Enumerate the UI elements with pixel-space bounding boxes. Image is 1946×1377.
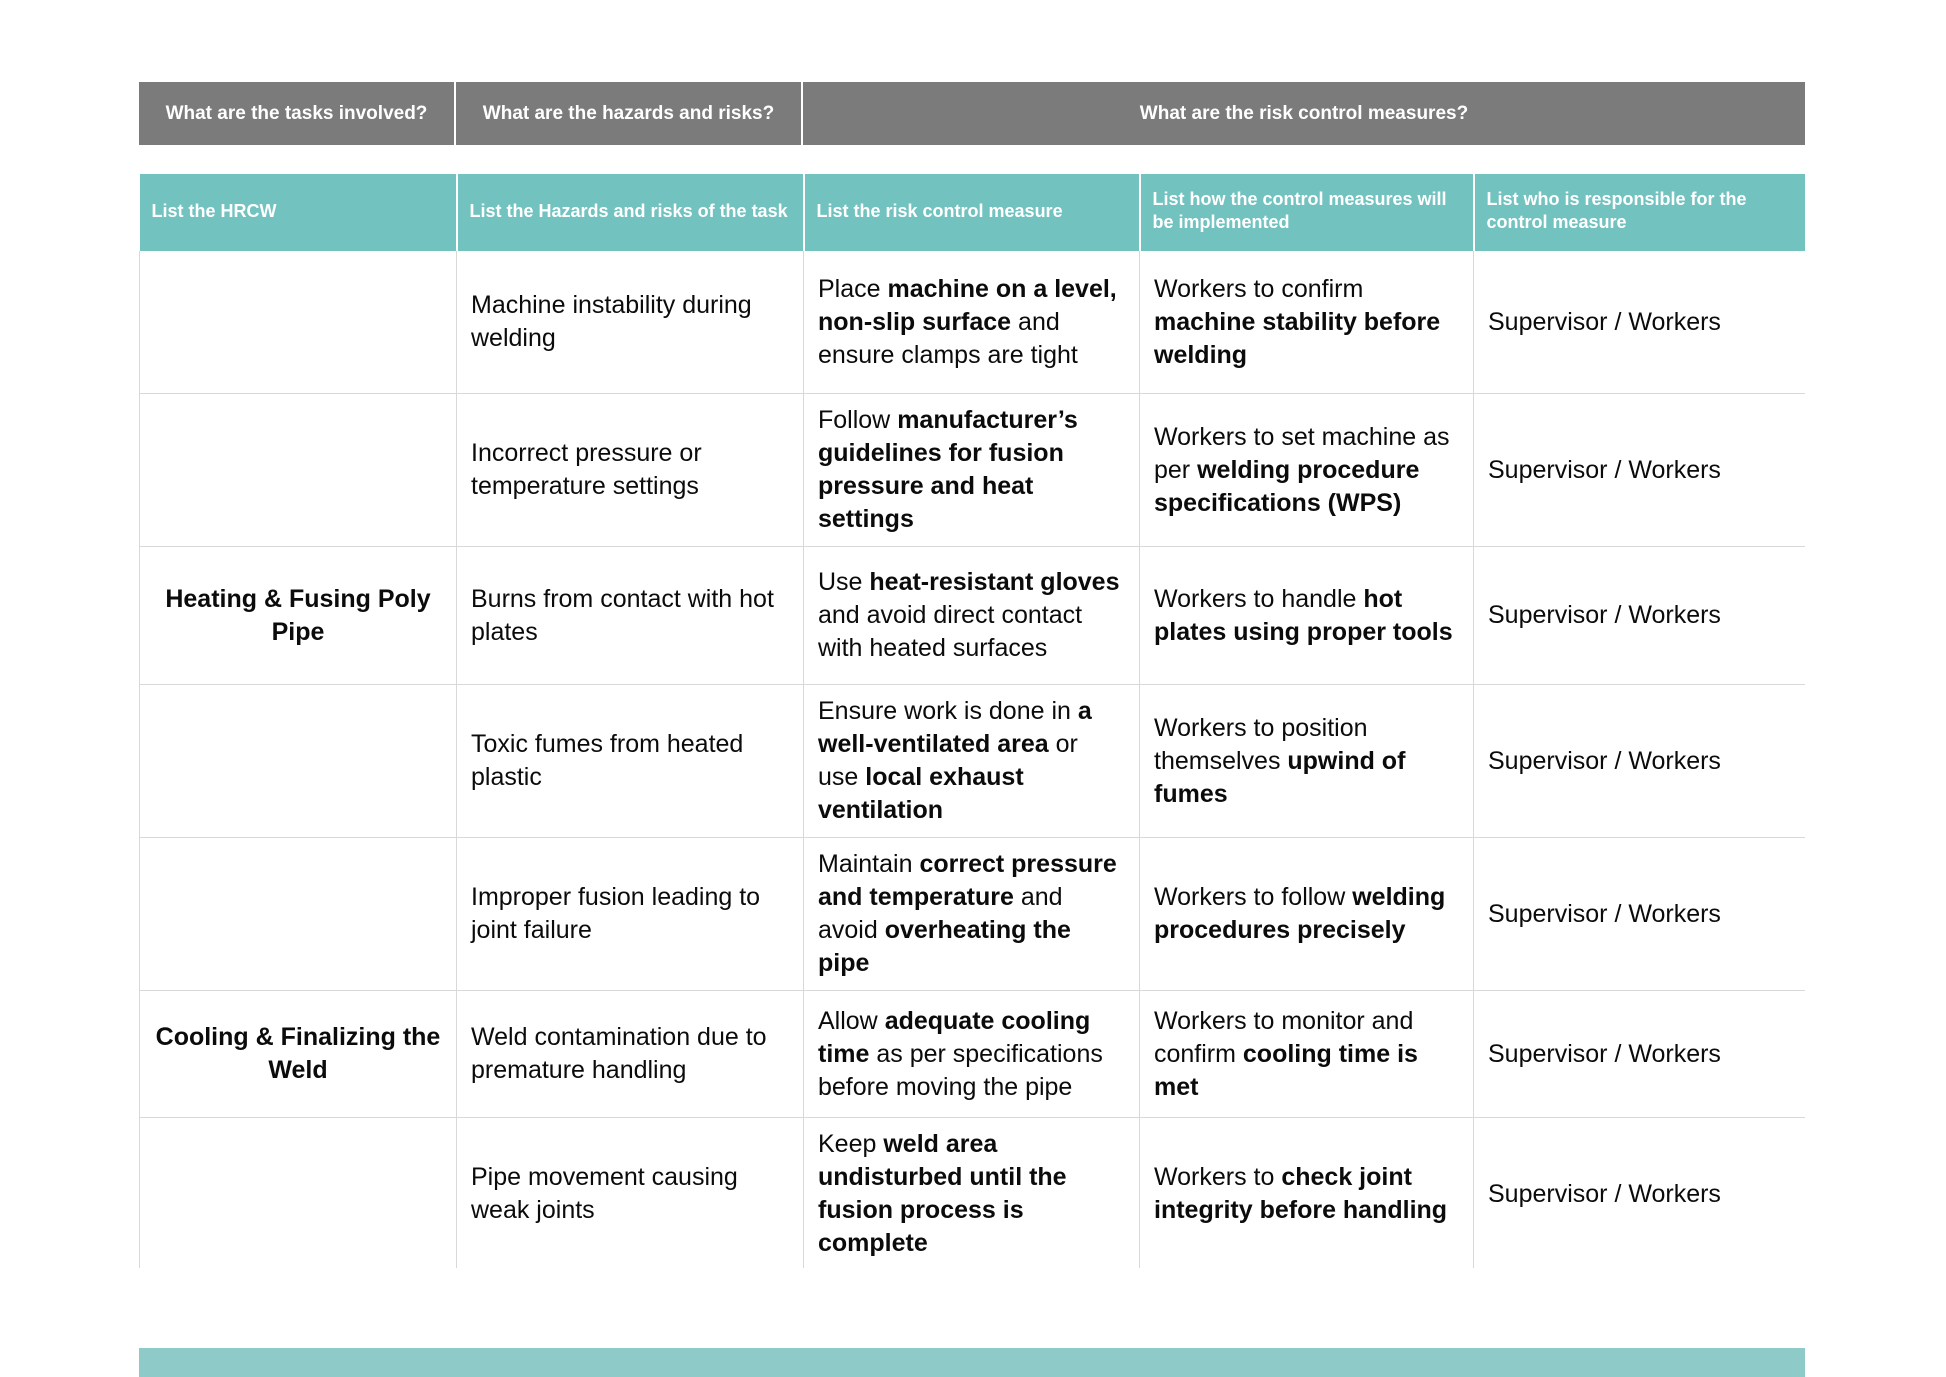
cell-hazard: Burns from contact with hot plates [456,546,804,686]
table-row: Cooling & Finalizing the Weld Weld contam… [139,990,1805,1119]
column-header-control: List the risk control measure [803,174,1141,251]
cell-responsible: Supervisor / Workers [1473,990,1805,1119]
cell-control-measure: Maintain correct pressure and temperatur… [803,837,1140,992]
cell-implementation: Workers to set machine as per welding pr… [1139,393,1474,548]
cell-hrcw: Heating & Fusing Poly Pipe [139,546,457,686]
cell-responsible: Supervisor / Workers [1473,684,1805,839]
table-row: Heating & Fusing Poly Pipe Burns from con… [139,546,1805,686]
cell-hazard: Pipe movement causing weak joints [456,1117,804,1268]
cell-control-measure: Use heat-resistant gloves and avoid dire… [803,546,1140,686]
cell-implementation: Workers to handle hot plates using prope… [1139,546,1474,686]
bottom-accent-bar [139,1348,1805,1377]
cell-responsible: Supervisor / Workers [1473,546,1805,686]
group-header-risk-controls: What are the risk control measures? [803,82,1805,145]
cell-hazard: Improper fusion leading to joint failure [456,837,804,992]
cell-implementation: Workers to position themselves upwind of… [1139,684,1474,839]
cell-implementation: Workers to check joint integrity before … [1139,1117,1474,1268]
cell-hrcw [139,393,457,548]
cell-hazard: Incorrect pressure or temperature settin… [456,393,804,548]
group-header-hazards: What are the hazards and risks? [456,82,803,145]
group-header-tasks: What are the tasks involved? [139,82,456,145]
cell-implementation: Workers to follow welding procedures pre… [1139,837,1474,992]
cell-hazard: Machine instability during welding [456,250,804,395]
table-body: Machine instability during welding Place … [139,250,1805,1268]
cell-control-measure: Allow adequate cooling time as per speci… [803,990,1140,1119]
risk-assessment-table-wrapper: List the HRCW List the Hazards and risks… [139,174,1805,1268]
cell-hazard: Toxic fumes from heated plastic [456,684,804,839]
cell-hrcw [139,250,457,395]
table-row: Machine instability during welding Place … [139,250,1805,395]
risk-assessment-table: List the HRCW List the Hazards and risks… [139,174,1805,1268]
cell-control-measure: Ensure work is done in a well-ventilated… [803,684,1140,839]
cell-responsible: Supervisor / Workers [1473,837,1805,992]
cell-responsible: Supervisor / Workers [1473,393,1805,548]
grouped-header-row: What are the tasks involved? What are th… [139,82,1805,145]
table-row: Incorrect pressure or temperature settin… [139,393,1805,548]
cell-hazard: Weld contamination due to premature hand… [456,990,804,1119]
cell-hrcw [139,1117,457,1268]
document-page: What are the tasks involved? What are th… [0,0,1946,1377]
table-row: Pipe movement causing weak joints Keep we… [139,1117,1805,1268]
column-header-implementation: List how the control measures will be im… [1139,174,1475,251]
cell-responsible: Supervisor / Workers [1473,1117,1805,1268]
cell-implementation: Workers to confirm machine stability bef… [1139,250,1474,395]
table-header-row: List the HRCW List the Hazards and risks… [139,174,1805,251]
cell-implementation: Workers to monitor and confirm cooling t… [1139,990,1474,1119]
cell-control-measure: Keep weld area undisturbed until the fus… [803,1117,1140,1268]
table-row: Toxic fumes from heated plastic Ensure wo… [139,684,1805,839]
cell-hrcw: Cooling & Finalizing the Weld [139,990,457,1119]
cell-control-measure: Place machine on a level, non-slip surfa… [803,250,1140,395]
column-header-responsible: List who is responsible for the control … [1473,174,1805,251]
cell-hrcw [139,837,457,992]
cell-responsible: Supervisor / Workers [1473,250,1805,395]
table-row: Improper fusion leading to joint failure… [139,837,1805,992]
cell-control-measure: Follow manufacturer’s guidelines for fus… [803,393,1140,548]
column-header-hrcw: List the HRCW [139,174,458,251]
column-header-hazard: List the Hazards and risks of the task [456,174,805,251]
cell-hrcw [139,684,457,839]
